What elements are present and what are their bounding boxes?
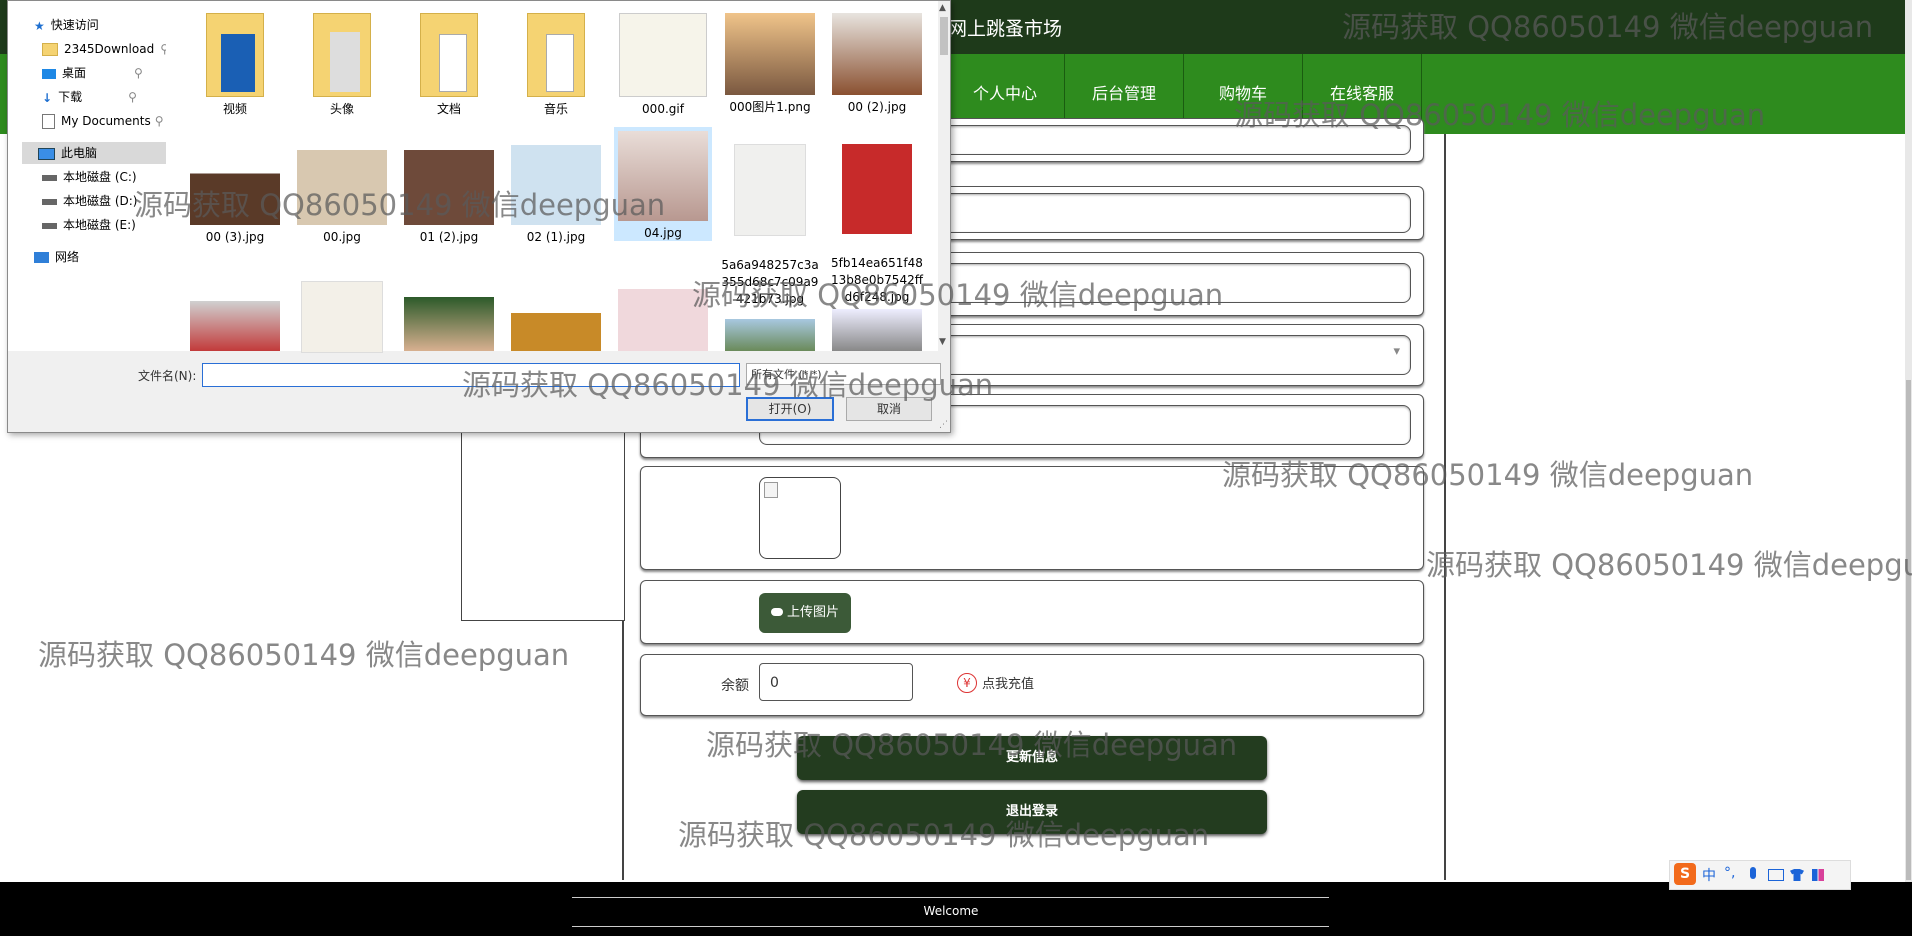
watermark: 源码获取 QQ86050149 微信deepguan: [1234, 98, 1766, 132]
filename-label: 文件名(N):: [138, 369, 197, 383]
resize-grip-icon[interactable]: ⋰: [939, 420, 948, 430]
image-thumbnail: [832, 13, 922, 95]
network-icon: [34, 252, 49, 263]
file-item[interactable]: 000.gif: [614, 13, 712, 118]
watermark: 源码获取 QQ86050149 微信deepguan: [706, 728, 1238, 762]
folder-icon: [420, 13, 478, 97]
image-thumbnail: [725, 13, 815, 95]
folder-icon: [42, 43, 58, 56]
image-thumbnail: [301, 281, 383, 353]
watermark: 源码获取 QQ86050149 微信deepguan: [462, 368, 994, 402]
file-item[interactable]: [400, 297, 498, 355]
file-item[interactable]: 头像: [293, 13, 391, 118]
drive-icon: [42, 198, 57, 205]
nav-network[interactable]: 网络: [34, 246, 79, 268]
pin-icon[interactable]: ⚲: [134, 66, 143, 80]
nav-this-pc[interactable]: 此电脑: [22, 142, 166, 164]
nav-downloads[interactable]: ↓ 下载 ⚲: [42, 86, 137, 108]
scrollbar-thumb[interactable]: [940, 17, 948, 55]
keyboard-icon[interactable]: [1768, 869, 1784, 881]
avatar-preview: [759, 477, 841, 559]
yen-icon[interactable]: ¥: [957, 673, 977, 693]
balance-label: 余额: [721, 678, 749, 694]
pin-icon[interactable]: ⚲: [155, 114, 164, 128]
watermark: 源码获取 QQ86050149 微信deepguan: [1222, 458, 1754, 492]
image-thumbnail: [619, 13, 707, 97]
file-item[interactable]: [828, 309, 926, 355]
drive-icon: [42, 174, 57, 181]
file-item[interactable]: [721, 319, 819, 355]
nav-drive-e[interactable]: 本地磁盘 (E:): [42, 214, 136, 236]
cloud-upload-icon: [770, 608, 783, 616]
form-row: 上传图片: [640, 580, 1424, 644]
watermark: 源码获取 QQ86050149 微信deepguan: [134, 188, 666, 222]
star-icon: ★: [34, 18, 45, 33]
broken-image-icon: [764, 482, 778, 498]
ime-lang[interactable]: 中: [1702, 865, 1716, 885]
image-thumbnail: [832, 309, 922, 351]
download-icon: ↓: [42, 90, 53, 105]
file-item[interactable]: [507, 313, 605, 355]
nav-my-documents[interactable]: My Documents ⚲: [42, 110, 164, 132]
watermark: 源码获取 QQ86050149 微信deepguan: [38, 638, 570, 672]
page-scrollbar[interactable]: [1905, 0, 1912, 882]
image-thumbnail: [842, 144, 912, 234]
file-item[interactable]: 00 (2).jpg: [828, 13, 926, 116]
folder-icon: [527, 13, 585, 97]
shirt-icon[interactable]: [1790, 869, 1804, 881]
file-item[interactable]: [293, 281, 391, 357]
nav-drive-c[interactable]: 本地磁盘 (C:): [42, 166, 137, 188]
file-item[interactable]: 文档: [400, 13, 498, 118]
recharge-link[interactable]: 点我充值: [982, 673, 1034, 692]
grid-icon[interactable]: [1812, 869, 1824, 881]
file-item[interactable]: 视频: [186, 13, 284, 118]
folder-icon: [206, 13, 264, 97]
file-item[interactable]: 000图片1.png: [721, 13, 819, 116]
sogou-icon[interactable]: S: [1674, 863, 1696, 885]
scroll-up-icon[interactable]: ▲: [939, 3, 946, 13]
balance-field[interactable]: 0: [759, 663, 913, 701]
image-thumbnail: [725, 319, 815, 351]
drive-icon: [42, 222, 57, 229]
footer: Welcome: [0, 882, 1912, 936]
desktop-icon: [42, 68, 56, 79]
chevron-down-icon: ▾: [1393, 344, 1400, 359]
scroll-down-icon[interactable]: ▼: [939, 337, 946, 347]
dialog-nav-pane: ★ 快速访问 2345Download ⚲ 桌面 ⚲ ↓ 下载 ⚲ My Document…: [8, 1, 169, 351]
mic-icon[interactable]: [1750, 867, 1756, 879]
ime-toolbar[interactable]: S 中 °,: [1669, 860, 1851, 890]
ime-punct[interactable]: °,: [1724, 865, 1735, 881]
watermark: 源码获取 QQ86050149 微信deepguan: [678, 818, 1210, 852]
footer-welcome: Welcome: [923, 904, 979, 918]
pin-icon[interactable]: ⚲: [128, 90, 137, 104]
nav-quick-access[interactable]: ★ 快速访问: [34, 14, 99, 36]
watermark: 源码获取 QQ86050149 微信deepguan: [1426, 548, 1912, 582]
form-row-balance: 余额 0 ¥ 点我充值: [640, 654, 1424, 716]
divider: [572, 926, 1329, 927]
upload-image-button[interactable]: 上传图片: [759, 593, 851, 633]
upload-label: 上传图片: [786, 605, 839, 620]
file-item[interactable]: 音乐: [507, 13, 605, 118]
image-thumbnail: [511, 313, 601, 351]
site-title: 网上跳蚤市场: [948, 18, 1063, 40]
image-thumbnail: [404, 297, 494, 351]
left-panel: [461, 420, 625, 621]
divider: [572, 897, 1329, 898]
computer-icon: [38, 147, 55, 160]
nav-desktop[interactable]: 桌面 ⚲: [42, 62, 143, 84]
scrollbar-thumb[interactable]: [1906, 380, 1911, 880]
watermark: 源码获取 QQ86050149 微信deepguan: [692, 278, 1224, 312]
document-icon: [42, 114, 55, 129]
nav-drive-d[interactable]: 本地磁盘 (D:): [42, 190, 137, 212]
file-item[interactable]: [186, 301, 284, 355]
folder-icon: [313, 13, 371, 97]
image-thumbnail: [734, 144, 806, 236]
image-thumbnail: [190, 301, 280, 351]
watermark: 源码获取 QQ86050149 微信deepguan: [1342, 10, 1874, 44]
nav-2345download[interactable]: 2345Download ⚲: [42, 38, 169, 60]
